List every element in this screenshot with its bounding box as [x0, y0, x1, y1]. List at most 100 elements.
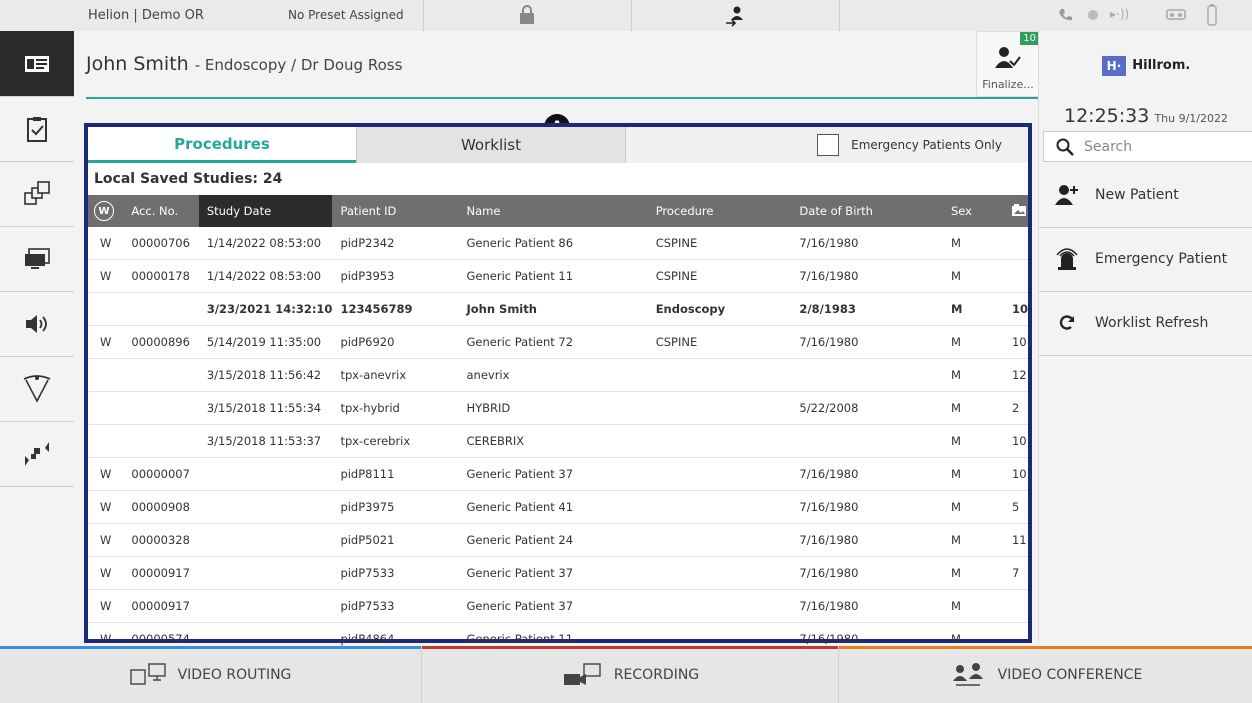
- table-header-row: W Acc. No. Study Date Patient ID Name Pr…: [88, 195, 1028, 227]
- cell-date-of-birth: 7/16/1980: [791, 325, 943, 359]
- cell-patient-id: pidP8111: [332, 457, 459, 491]
- cell-study-date: 3/23/2021 14:32:10: [198, 292, 333, 326]
- cell-image-count: [1003, 227, 1028, 260]
- new-patient-button[interactable]: New Patient: [1039, 163, 1252, 228]
- cell-w: [88, 292, 124, 326]
- tab-procedures[interactable]: Procedures: [88, 127, 356, 163]
- phone-icon[interactable]: [1058, 8, 1074, 24]
- video-routing-label: VIDEO ROUTING: [177, 666, 292, 683]
- column-header-images[interactable]: [1003, 195, 1028, 227]
- cell-study-date: 1/14/2022 08:53:00: [198, 227, 333, 260]
- cell-name: Generic Patient 41: [458, 490, 648, 524]
- cell-date-of-birth: 7/16/1980: [791, 227, 943, 260]
- cell-w: W: [88, 523, 124, 557]
- sidebar-patient-card[interactable]: [0, 31, 74, 97]
- cell-acc-no: 00000328: [123, 523, 199, 557]
- emergency-only-checkbox[interactable]: [817, 134, 840, 156]
- cell-w: W: [88, 556, 124, 590]
- cell-study-date: [198, 523, 333, 557]
- studies-table-body: W 00000706 1/14/2022 08:53:00 pidP2342 Gener…: [88, 227, 1028, 656]
- column-header-date-of-birth[interactable]: Date of Birth: [791, 195, 943, 227]
- sidebar-layout[interactable]: [0, 161, 74, 227]
- cell-acc-no: 00000706: [123, 227, 199, 260]
- sidebar-camera[interactable]: [0, 421, 74, 487]
- column-header-acc-no[interactable]: Acc. No.: [123, 195, 199, 227]
- table-row[interactable]: 3/15/2018 11:53:37 tpx-cerebrix CEREBRIX M 1…: [88, 424, 1028, 458]
- table-row[interactable]: W 00000328 pidP5021 Generic Patient 24 7/16/…: [88, 523, 1028, 557]
- table-row[interactable]: W 00000007 pidP8111 Generic Patient 37 7/16/…: [88, 457, 1028, 491]
- cell-study-date: 3/15/2018 11:56:42: [198, 358, 333, 392]
- cell-name: John Smith: [458, 292, 648, 326]
- patient-header: John Smith - Endoscopy / Dr Doug Ross 10…: [74, 31, 1040, 100]
- video-routing-button[interactable]: VIDEO ROUTING: [0, 646, 421, 703]
- preset-status[interactable]: No Preset Assigned: [288, 8, 404, 22]
- column-header-name[interactable]: Name: [458, 195, 648, 227]
- bottom-bar: VIDEO ROUTING RECORDING VIDEO CONFERENCE: [0, 646, 1252, 703]
- recording-label: RECORDING: [613, 666, 700, 683]
- table-row[interactable]: 3/15/2018 11:56:42 tpx-anevrix anevrix M 12: [88, 358, 1028, 392]
- column-header-procedure[interactable]: Procedure: [647, 195, 792, 227]
- table-row[interactable]: W 00000908 pidP3975 Generic Patient 41 7/16/…: [88, 490, 1028, 524]
- cell-patient-id: pidP2342: [332, 227, 459, 260]
- sidebar-lights[interactable]: [0, 356, 74, 422]
- emergency-only-toggle[interactable]: Emergency Patients Only: [626, 127, 1028, 163]
- video-conference-icon: [952, 662, 983, 686]
- column-header-patient-id[interactable]: Patient ID: [332, 195, 459, 227]
- cell-image-count: [1003, 589, 1028, 623]
- clock-date: Thu 9/1/2022: [1154, 112, 1228, 125]
- images-icon: [1011, 203, 1026, 216]
- video-conference-button[interactable]: VIDEO CONFERENCE: [838, 646, 1252, 703]
- cell-acc-no: 00000908: [123, 490, 199, 524]
- table-row[interactable]: W 00000178 1/14/2022 08:53:00 pidP3953 Gener…: [88, 259, 1028, 293]
- sidebar-displays[interactable]: [0, 226, 74, 292]
- user-check-icon: [995, 47, 1021, 68]
- table-row[interactable]: 3/15/2018 11:55:34 tpx-hybrid HYBRID 5/22/2…: [88, 391, 1028, 425]
- table-row[interactable]: W 00000917 pidP7533 Generic Patient 37 7/16/…: [88, 556, 1028, 590]
- logo-text: Hillrom.: [1132, 58, 1191, 73]
- cell-name: Generic Patient 37: [458, 556, 648, 590]
- search-input[interactable]: Search: [1043, 131, 1252, 162]
- right-panel: H· Hillrom. 12:25:33 Thu 9/1/2022 Search…: [1038, 31, 1252, 643]
- cell-name: Generic Patient 37: [458, 589, 648, 623]
- recording-button[interactable]: RECORDING: [421, 646, 839, 703]
- sidebar-audio[interactable]: [0, 291, 74, 357]
- cell-image-count: 10: [1003, 292, 1028, 326]
- worklist-refresh-button[interactable]: Worklist Refresh: [1039, 291, 1252, 356]
- cell-patient-id: pidP5021: [332, 523, 459, 557]
- refresh-icon: [1059, 315, 1075, 330]
- cell-image-count: 10: [1003, 424, 1028, 458]
- cell-date-of-birth: [791, 424, 943, 458]
- clock: 12:25:33 Thu 9/1/2022: [1039, 105, 1252, 127]
- cell-procedure: [647, 457, 792, 491]
- cell-procedure: CSPINE: [647, 259, 792, 293]
- cell-image-count: 12: [1003, 358, 1028, 392]
- column-header-w[interactable]: W: [88, 195, 124, 227]
- cell-date-of-birth: 2/8/1983: [791, 292, 943, 326]
- cell-acc-no: [123, 358, 199, 392]
- recording-icon: [563, 662, 601, 685]
- cell-procedure: [647, 523, 792, 557]
- cell-acc-no: 00000896: [123, 325, 199, 359]
- table-row[interactable]: W 00000896 5/14/2019 11:35:00 pidP6920 Gener…: [88, 325, 1028, 359]
- tab-worklist[interactable]: Worklist: [356, 127, 626, 163]
- cell-sex: M: [942, 292, 1004, 326]
- lock-segment[interactable]: [423, 0, 632, 31]
- expand-arrows-icon: [25, 441, 49, 466]
- cell-study-date: [198, 556, 333, 590]
- room-name: Helion | Demo OR: [88, 8, 204, 23]
- cell-patient-id: tpx-anevrix: [332, 358, 459, 392]
- column-header-study-date[interactable]: Study Date: [198, 195, 333, 227]
- cell-acc-no: 00000178: [123, 259, 199, 293]
- finalize-button[interactable]: 10 Finalize...: [976, 31, 1040, 97]
- column-header-sex[interactable]: Sex: [942, 195, 1004, 227]
- emergency-patient-button[interactable]: Emergency Patient: [1039, 227, 1252, 292]
- sidebar-checklist[interactable]: [0, 96, 74, 162]
- battery-icon: [1207, 4, 1217, 26]
- table-row[interactable]: W 00000706 1/14/2022 08:53:00 pidP2342 Gener…: [88, 227, 1028, 260]
- cell-w: [88, 358, 124, 392]
- table-row[interactable]: W 00000917 pidP7533 Generic Patient 37 7/16/…: [88, 589, 1028, 623]
- search-icon: [1056, 138, 1074, 156]
- table-row[interactable]: 3/23/2021 14:32:10 123456789 John Smith End…: [88, 292, 1028, 326]
- transfer-segment[interactable]: [631, 0, 840, 31]
- cell-name: Generic Patient 86: [458, 227, 648, 260]
